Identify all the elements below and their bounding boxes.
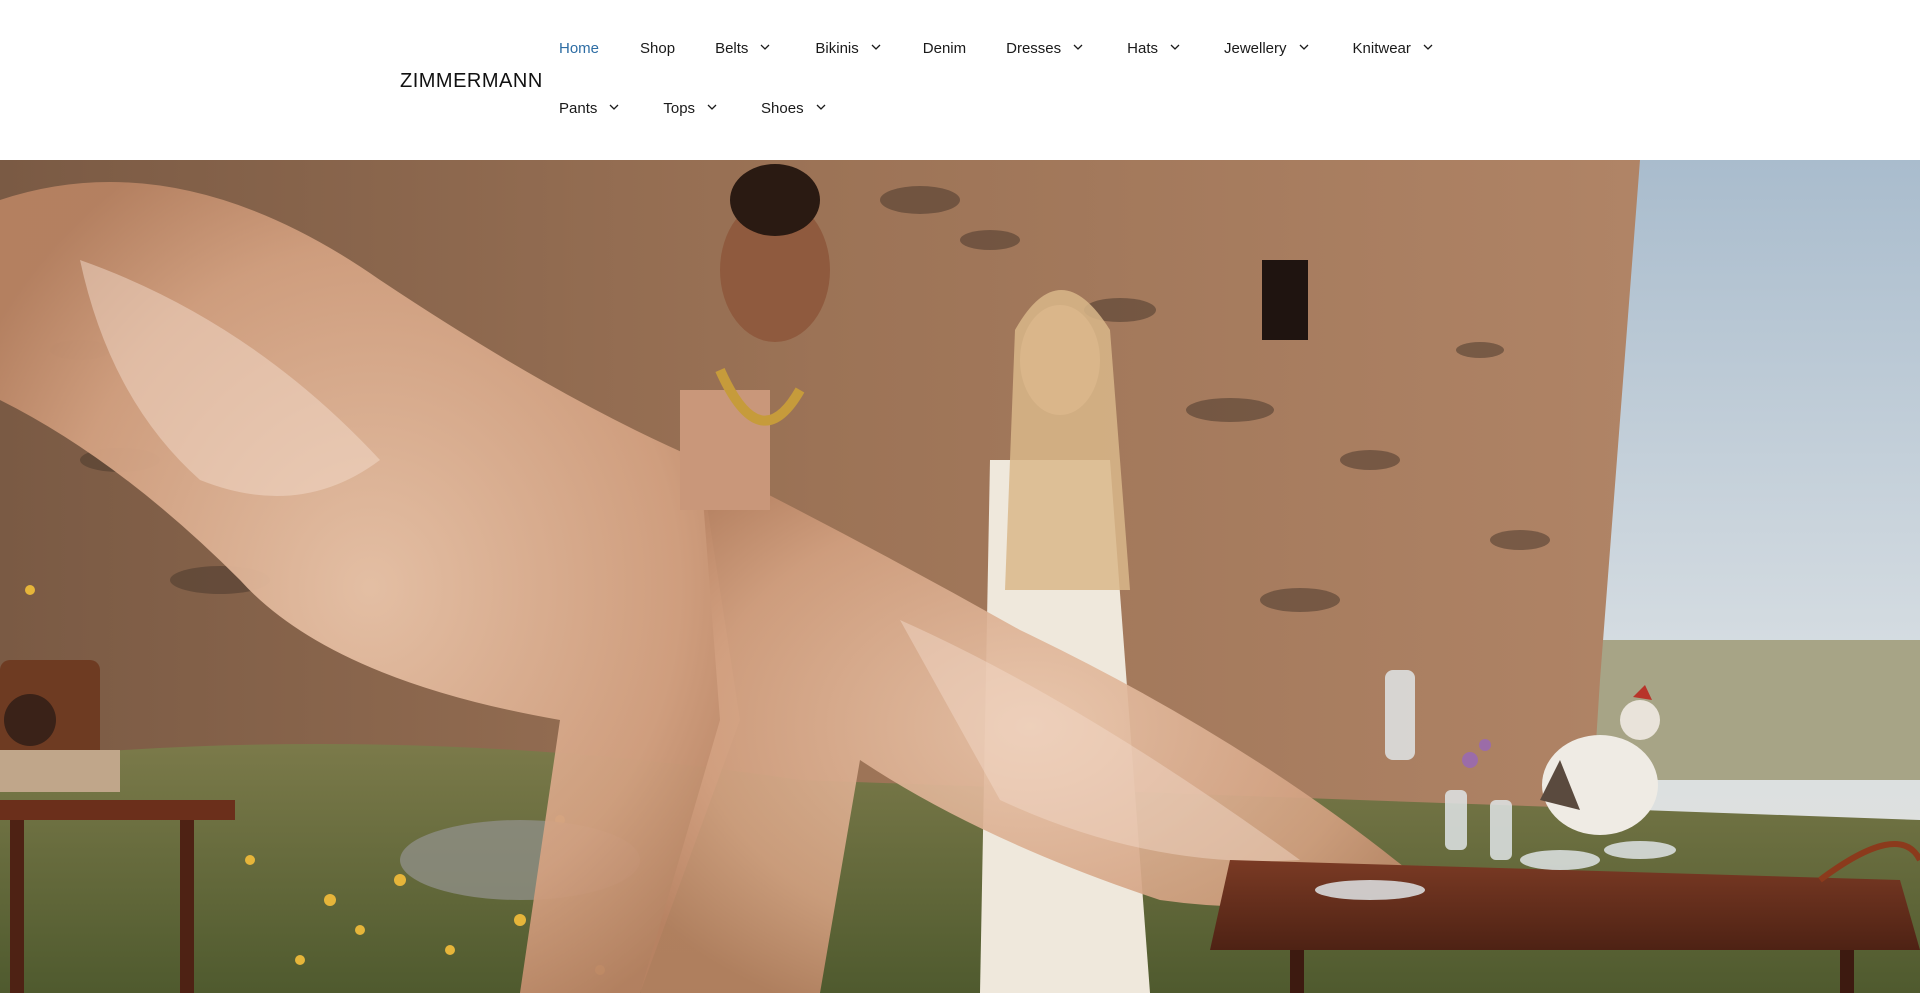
nav-item-tops[interactable]: Tops [663, 100, 719, 117]
nav-label[interactable]: Dresses [1006, 40, 1061, 57]
nav-row-2: Pants Tops Shoes [559, 96, 828, 120]
chevron-down-icon[interactable] [1071, 40, 1085, 54]
site-header: ZIMMERMANN Home Shop Belts Bikinis Denim… [0, 0, 1920, 160]
nav-item-shoes[interactable]: Shoes [761, 100, 828, 117]
nav-item-pants[interactable]: Pants [559, 100, 621, 117]
hero-illustration [0, 160, 1920, 993]
nav-item-shop[interactable]: Shop [640, 40, 675, 57]
nav-item-jewellery[interactable]: Jewellery [1224, 40, 1311, 57]
chevron-down-icon[interactable] [1421, 40, 1435, 54]
nav-label[interactable]: Shop [640, 40, 675, 57]
nav-item-dresses[interactable]: Dresses [1006, 40, 1085, 57]
chevron-down-icon[interactable] [1168, 40, 1182, 54]
chevron-down-icon[interactable] [869, 40, 883, 54]
nav-label[interactable]: Hats [1127, 40, 1158, 57]
nav-item-home[interactable]: Home [559, 40, 599, 57]
chevron-down-icon[interactable] [814, 100, 828, 114]
chevron-down-icon[interactable] [607, 100, 621, 114]
main-nav: Home Shop Belts Bikinis Denim Dresses Ha… [559, 0, 1559, 160]
nav-item-denim[interactable]: Denim [923, 40, 966, 57]
nav-label[interactable]: Jewellery [1224, 40, 1287, 57]
chevron-down-icon[interactable] [758, 40, 772, 54]
nav-label[interactable]: Pants [559, 100, 597, 117]
nav-item-hats[interactable]: Hats [1127, 40, 1182, 57]
nav-label[interactable]: Bikinis [815, 40, 858, 57]
nav-row-1: Home Shop Belts Bikinis Denim Dresses Ha… [559, 36, 1435, 60]
chevron-down-icon[interactable] [1297, 40, 1311, 54]
chevron-down-icon[interactable] [705, 100, 719, 114]
nav-label[interactable]: Denim [923, 40, 966, 57]
nav-label[interactable]: Home [559, 40, 599, 57]
nav-label[interactable]: Knitwear [1353, 40, 1411, 57]
nav-label[interactable]: Shoes [761, 100, 804, 117]
nav-item-bikinis[interactable]: Bikinis [815, 40, 882, 57]
nav-item-knitwear[interactable]: Knitwear [1353, 40, 1435, 57]
nav-item-belts[interactable]: Belts [715, 40, 772, 57]
nav-label[interactable]: Tops [663, 100, 695, 117]
brand-logo[interactable]: ZIMMERMANN [400, 70, 543, 93]
nav-label[interactable]: Belts [715, 40, 748, 57]
hero-image[interactable] [0, 160, 1920, 993]
